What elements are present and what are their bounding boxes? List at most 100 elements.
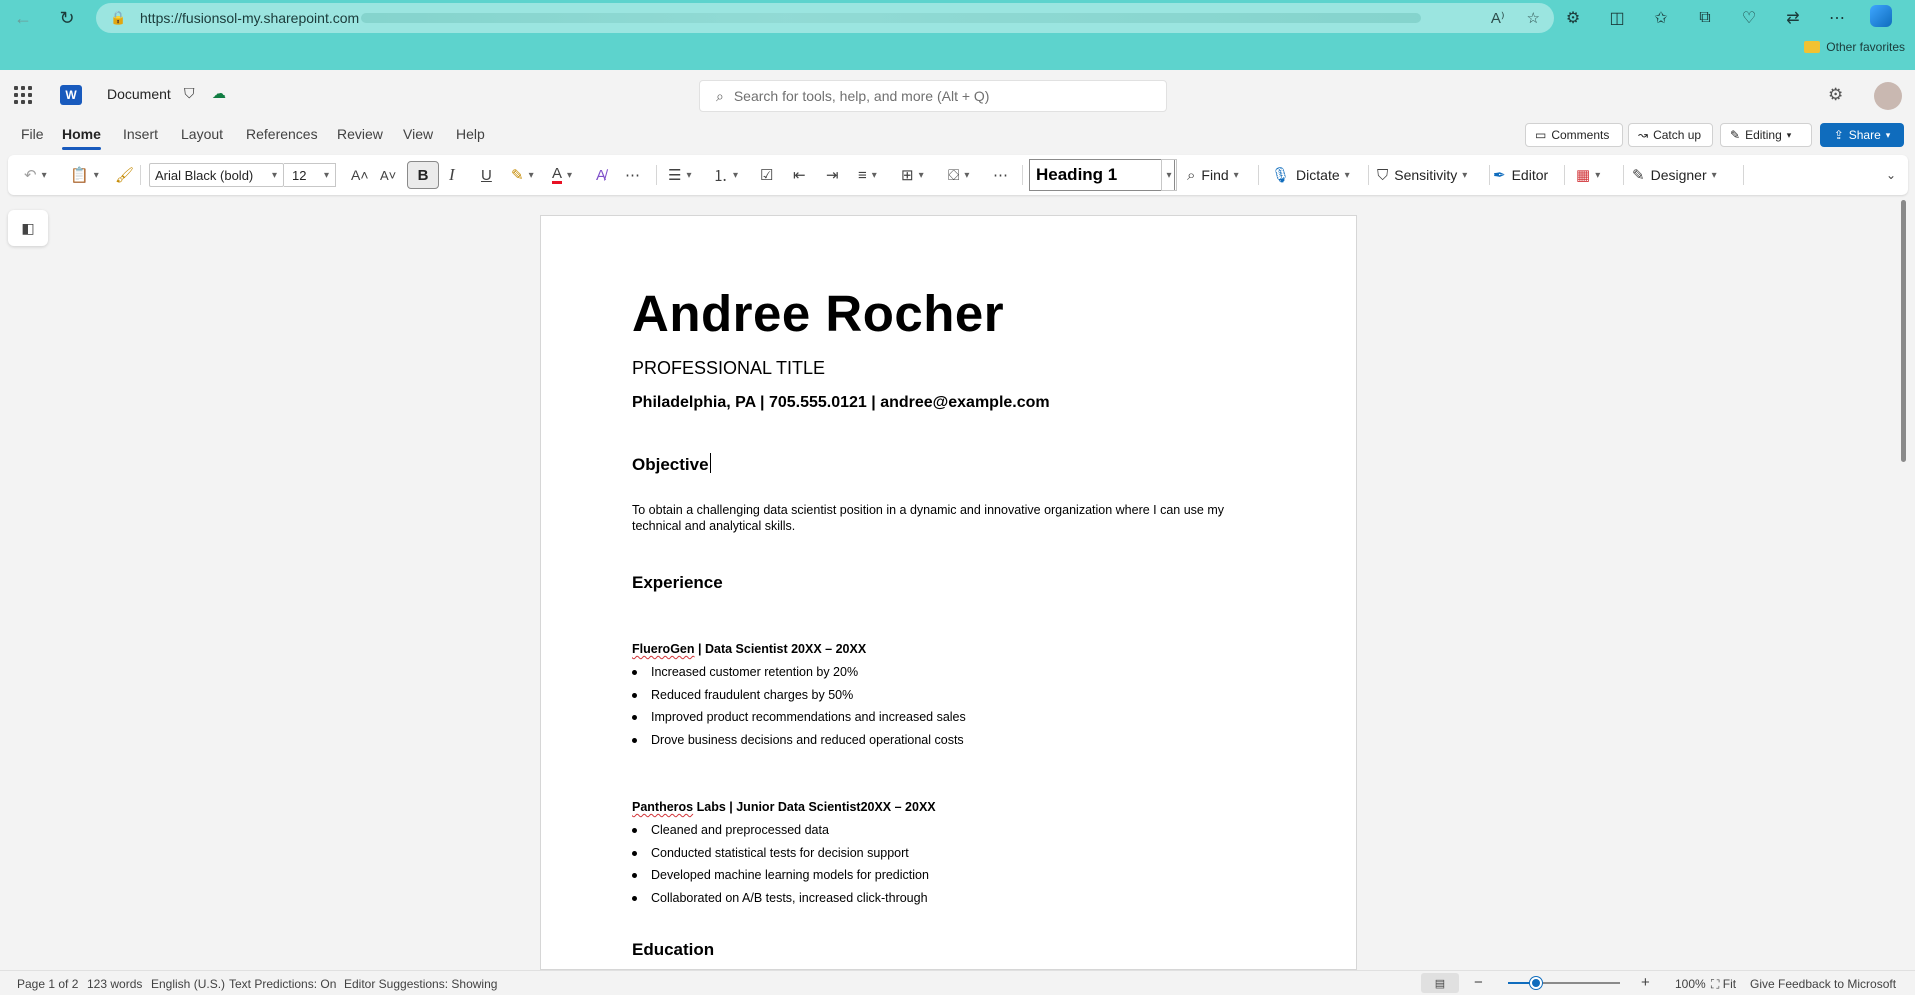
collapse-ribbon-button[interactable]: ⌄	[1886, 155, 1896, 195]
bold-button[interactable]: B	[407, 161, 439, 189]
add-ins-button[interactable]: ▦ ▾	[1576, 155, 1600, 195]
read-aloud-icon[interactable]: A⁾	[1491, 9, 1505, 27]
scrollbar-thumb[interactable]	[1901, 200, 1906, 462]
tab-home[interactable]: Home	[62, 126, 101, 150]
list-item[interactable]: Cleaned and preprocessed data	[632, 823, 929, 846]
more-paragraph-options-button[interactable]: ⋯	[993, 155, 1008, 195]
list-item[interactable]: Reduced fraudulent charges by 50%	[632, 688, 966, 711]
share-icon[interactable]: ⇄	[1771, 8, 1815, 28]
list-item[interactable]: Improved product recommendations and inc…	[632, 710, 966, 733]
undo-button[interactable]: ↶ ▾	[24, 155, 47, 195]
highlight-button[interactable]: ✎ ▾	[511, 155, 534, 195]
spell-flagged-word[interactable]: FlueroGen	[632, 642, 695, 656]
favorites-icon[interactable]: ✩	[1639, 8, 1683, 28]
comments-button[interactable]: ▭ Comments	[1525, 123, 1623, 147]
tab-file[interactable]: File	[21, 126, 44, 142]
contact-line[interactable]: Philadelphia, PA | 705.555.0121 | andree…	[632, 394, 1050, 412]
job-title-line[interactable]: Pantheros Labs | Junior Data Scientist20…	[632, 800, 936, 814]
style-dropdown-chevron[interactable]: ▾	[1161, 159, 1177, 191]
back-icon[interactable]: ←	[6, 3, 40, 33]
paste-button[interactable]: 📋 ▾	[70, 155, 99, 195]
font-color-button[interactable]: A ▾	[552, 155, 572, 195]
clear-formatting-button[interactable]: A̸	[596, 155, 606, 195]
editor-button[interactable]: ✒ Editor	[1493, 155, 1548, 195]
tab-review[interactable]: Review	[337, 126, 383, 142]
navigation-pane-button[interactable]: ◧	[8, 210, 48, 246]
word-logo-icon[interactable]: W	[60, 85, 82, 105]
shading-button[interactable]: ⛋ ▾	[948, 155, 969, 195]
increase-indent-button[interactable]: ⇥	[826, 155, 839, 195]
performance-icon[interactable]: ♡	[1727, 8, 1771, 28]
tab-layout[interactable]: Layout	[181, 126, 223, 142]
objective-heading[interactable]: Objective	[632, 453, 711, 475]
education-heading[interactable]: Education	[632, 940, 714, 960]
word-count[interactable]: 123 words	[87, 977, 142, 991]
avatar[interactable]	[1874, 82, 1902, 110]
decrease-indent-button[interactable]: ⇤	[793, 155, 806, 195]
zoom-slider[interactable]	[1508, 977, 1620, 989]
list-item[interactable]: Developed machine learning models for pr…	[632, 868, 929, 891]
catch-up-button[interactable]: ↝ Catch up	[1628, 123, 1713, 147]
list-item[interactable]: Drove business decisions and reduced ope…	[632, 733, 966, 756]
list-item[interactable]: Conducted statistical tests for decision…	[632, 846, 929, 869]
split-screen-icon[interactable]: ◫	[1595, 8, 1639, 28]
more-font-options-button[interactable]: ⋯	[625, 155, 640, 195]
grow-font-button[interactable]: A˄	[351, 155, 369, 195]
list-item[interactable]: Increased customer retention by 20%	[632, 665, 966, 688]
resume-name[interactable]: Andree Rocher	[632, 284, 1004, 343]
collections-icon[interactable]: ⧉	[1683, 9, 1727, 27]
feedback-link[interactable]: Give Feedback to Microsoft	[1750, 977, 1896, 991]
bullets-button[interactable]: ☰ ▾	[668, 155, 691, 195]
borders-button[interactable]: ⊞ ▾	[901, 155, 924, 195]
tab-references[interactable]: References	[246, 126, 318, 142]
italic-button[interactable]: I	[449, 155, 455, 195]
app-launcher-icon[interactable]	[14, 86, 32, 104]
numbering-button[interactable]: ⒈ ▾	[713, 155, 738, 195]
copilot-icon[interactable]	[1859, 4, 1903, 32]
checklist-button[interactable]: ☑	[760, 155, 773, 195]
language-status[interactable]: English (U.S.)	[151, 977, 225, 991]
sensitivity-button[interactable]: ⛉ Sensitivity ▾	[1377, 155, 1467, 195]
extensions-icon[interactable]: ⚙	[1551, 8, 1595, 28]
job-title-line[interactable]: FlueroGen | Data Scientist 20XX – 20XX	[632, 642, 866, 656]
find-button[interactable]: ⌕ Find ▾	[1187, 155, 1239, 195]
font-family-select[interactable]: Arial Black (bold) ▾	[149, 163, 284, 187]
tab-help[interactable]: Help	[456, 126, 485, 142]
editing-mode-button[interactable]: ✎ Editing ▾	[1720, 123, 1812, 147]
professional-title[interactable]: PROFESSIONAL TITLE	[632, 358, 825, 379]
format-painter-button[interactable]: 🖌	[115, 155, 134, 195]
zoom-out-button[interactable]: −	[1474, 974, 1483, 991]
search-input[interactable]: ⌕ Search for tools, help, and more (Alt …	[699, 80, 1167, 112]
document-name[interactable]: Document	[107, 86, 171, 102]
favorites-bar[interactable]: Other favorites	[1804, 40, 1905, 54]
text-predictions-status[interactable]: Text Predictions: On	[229, 977, 336, 991]
list-item[interactable]: Collaborated on A/B tests, increased cli…	[632, 891, 929, 914]
tab-insert[interactable]: Insert	[123, 126, 158, 142]
objective-paragraph[interactable]: To obtain a challenging data scientist p…	[632, 502, 1262, 534]
saved-status-icon[interactable]: ☁	[212, 85, 226, 102]
fit-button[interactable]: ⛶ Fit	[1711, 977, 1736, 992]
address-bar[interactable]: 🔒 https://fusionsol-my.sharepoint.com A⁾…	[96, 3, 1554, 33]
document-page[interactable]: Andree Rocher PROFESSIONAL TITLE Philade…	[540, 215, 1357, 970]
shrink-font-button[interactable]: A˅	[380, 155, 396, 195]
align-button[interactable]: ≡ ▾	[858, 155, 877, 195]
refresh-icon[interactable]: ↻	[50, 3, 84, 33]
shield-icon[interactable]: ⛉	[184, 85, 195, 102]
spell-flagged-word[interactable]: Pantheros	[632, 800, 693, 814]
editor-suggestions-status[interactable]: Editor Suggestions: Showing	[344, 977, 497, 991]
tab-view[interactable]: View	[403, 126, 433, 142]
style-select[interactable]: Heading 1	[1029, 159, 1175, 191]
favorite-star-icon[interactable]: ☆	[1527, 9, 1540, 27]
zoom-slider-knob[interactable]	[1530, 977, 1542, 989]
more-icon[interactable]: ⋯	[1815, 8, 1859, 28]
zoom-in-button[interactable]: +	[1641, 974, 1650, 991]
gear-icon[interactable]: ⚙	[1828, 85, 1843, 105]
share-button[interactable]: ⇪ Share ▾	[1820, 123, 1904, 147]
font-size-select[interactable]: 12 ▾	[284, 163, 336, 187]
zoom-level[interactable]: 100%	[1675, 977, 1706, 991]
page-count[interactable]: Page 1 of 2	[17, 977, 78, 991]
designer-button[interactable]: ✎ Designer ▾	[1632, 155, 1717, 195]
dictate-button[interactable]: 🎙 Dictate ▾	[1271, 155, 1350, 195]
vertical-scrollbar[interactable]	[1899, 200, 1907, 965]
experience-heading[interactable]: Experience	[632, 573, 723, 593]
